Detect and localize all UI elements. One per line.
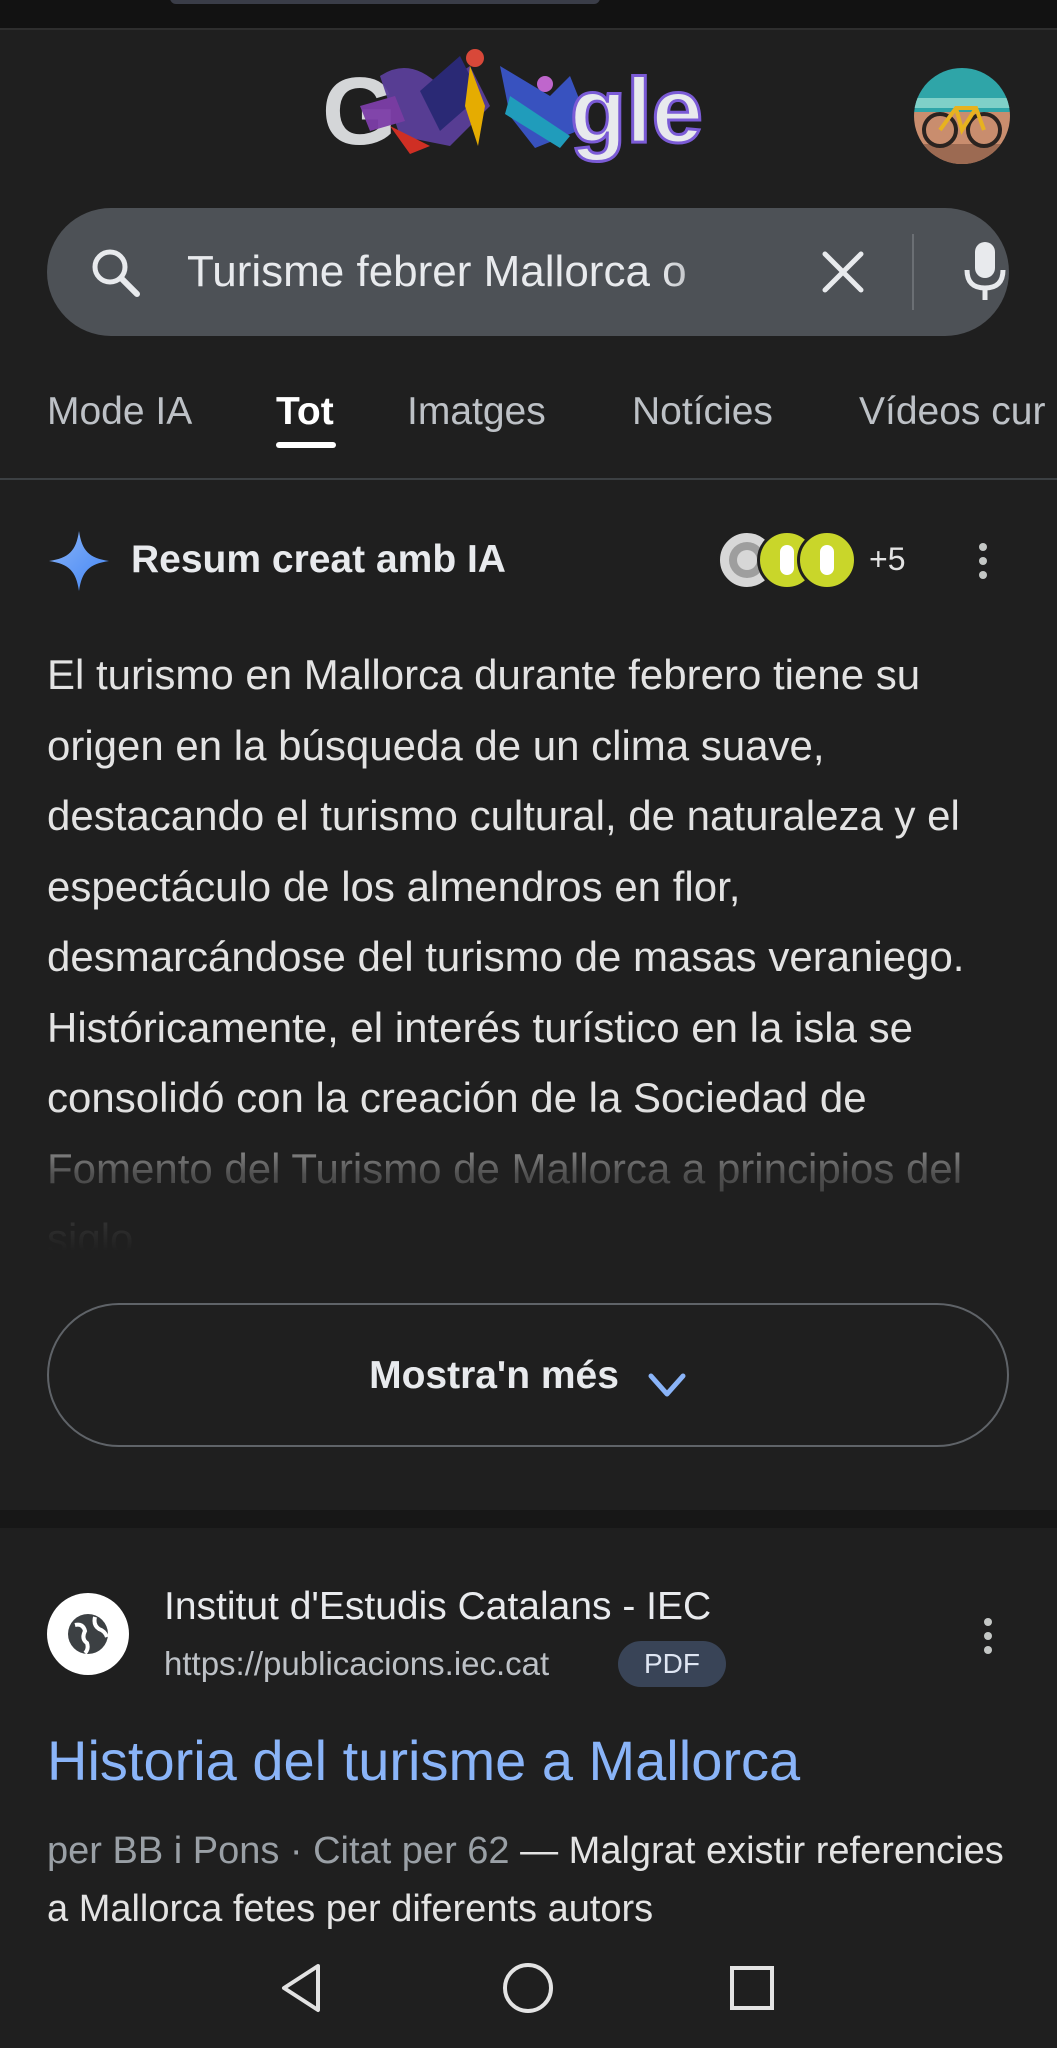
system-nav-bar — [0, 1930, 1057, 2048]
show-more-button[interactable]: Mostra'n més — [47, 1303, 1009, 1447]
top-divider — [0, 28, 1057, 30]
account-avatar[interactable] — [914, 68, 1010, 164]
recents-icon[interactable] — [722, 1958, 782, 2018]
ai-overview-title: Resum creat amb IA — [131, 538, 506, 581]
search-bar[interactable]: Turisme febrer Mallorca o — [47, 208, 1009, 336]
chevron-down-icon — [647, 1363, 687, 1397]
ai-overview-header: Resum creat amb IA +5 — [47, 525, 1009, 595]
site-favicon[interactable] — [47, 1593, 129, 1675]
section-divider — [0, 1510, 1057, 1528]
tab-noticies[interactable]: Notícies — [632, 382, 773, 442]
result-snippet: per BB i Pons · Citat per 62 — Malgrat e… — [47, 1822, 1022, 1938]
result-meta: per BB i Pons · Citat per 62 — [47, 1830, 510, 1872]
source-favicon[interactable] — [797, 530, 857, 590]
tab-mode-ia[interactable]: Mode IA — [47, 382, 192, 442]
status-bar — [0, 0, 1057, 28]
google-doodle-logo[interactable]: G gle gle — [320, 36, 740, 166]
more-vert-icon[interactable] — [982, 1618, 994, 1658]
tab-imatges[interactable]: Imatges — [407, 382, 546, 442]
tab-videos[interactable]: Vídeos cur — [859, 382, 1045, 442]
tabs-divider — [0, 478, 1057, 480]
sparkle-icon — [47, 529, 111, 593]
more-vert-icon[interactable] — [977, 543, 989, 583]
search-input[interactable]: Turisme febrer Mallorca o — [187, 246, 777, 298]
search-icon[interactable] — [87, 244, 143, 300]
search-divider — [912, 234, 914, 310]
result-title-link[interactable]: Historia del turisme a Mallorca — [47, 1725, 800, 1797]
source-favicons[interactable] — [717, 530, 867, 590]
pdf-badge: PDF — [618, 1641, 726, 1687]
result-site-name[interactable]: Institut d'Estudis Catalans - IEC — [164, 1582, 711, 1632]
ai-overview-fade — [0, 1108, 1057, 1298]
tab-tot[interactable]: Tot — [276, 382, 334, 442]
mic-icon[interactable] — [957, 238, 1013, 306]
search-tabs: Mode IA Tot Imatges Notícies Vídeos cur — [0, 370, 1057, 480]
globe-icon — [68, 1614, 109, 1655]
more-sources-count[interactable]: +5 — [869, 539, 905, 579]
home-icon[interactable] — [498, 1958, 558, 2018]
result-url[interactable]: https://publicacions.iec.cat — [164, 1642, 549, 1686]
active-tab-indicator — [276, 442, 336, 448]
show-more-label: Mostra'n més — [369, 1354, 619, 1397]
svg-text:gle: gle — [570, 60, 703, 162]
close-icon[interactable] — [815, 244, 871, 300]
back-icon[interactable] — [272, 1958, 332, 2018]
